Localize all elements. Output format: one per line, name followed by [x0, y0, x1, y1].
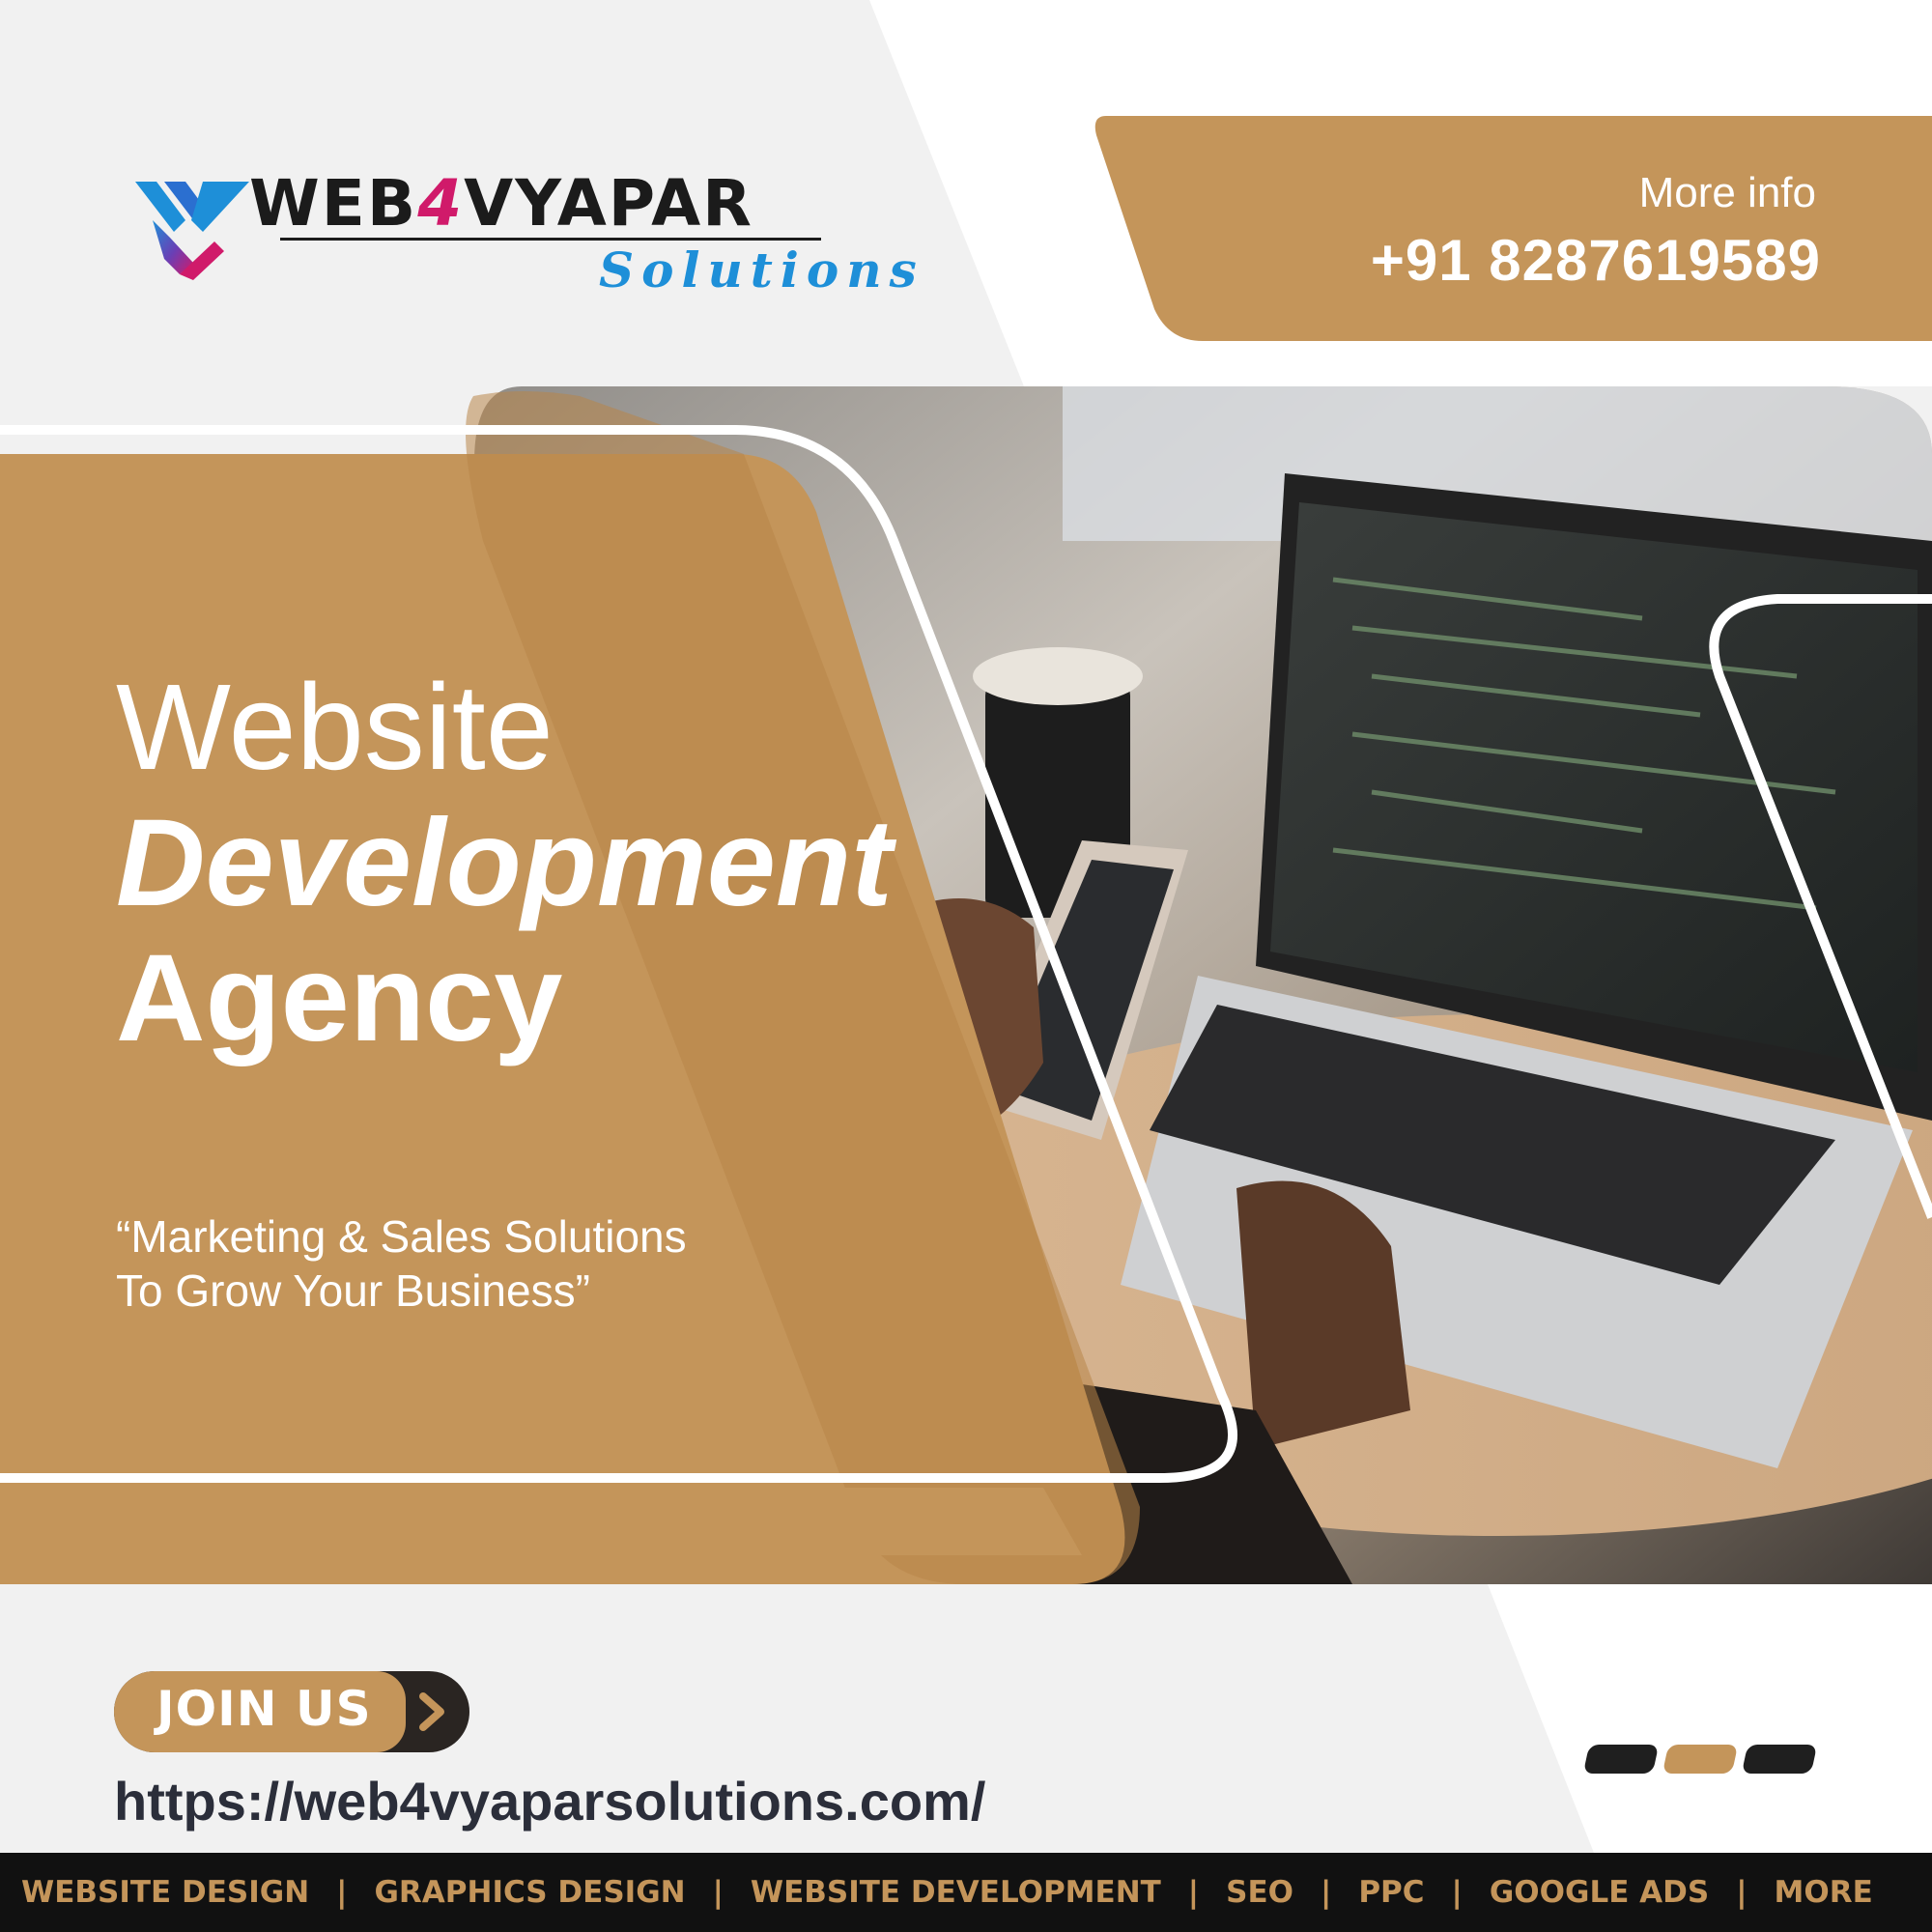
service-item[interactable]: PPC	[1358, 1875, 1424, 1910]
chevron-right-icon	[419, 1692, 444, 1731]
tagline: “Marketing & Sales Solutions To Grow You…	[116, 1209, 811, 1318]
headline-line-2: Development	[116, 794, 893, 932]
service-item[interactable]: GOOGLE ADS	[1490, 1875, 1709, 1910]
tagline-line-2: To Grow Your Business”	[116, 1265, 590, 1316]
service-item[interactable]: SEO	[1226, 1875, 1293, 1910]
join-us-label: JOIN US	[156, 1681, 372, 1737]
brand-word-four: 4	[417, 166, 465, 241]
service-item[interactable]: WEBSITE DEVELOPMENT	[751, 1875, 1161, 1910]
headline-line-1: Website	[116, 659, 554, 795]
service-separator: |	[336, 1875, 348, 1910]
tagline-line-1: “Marketing & Sales Solutions	[116, 1211, 687, 1262]
service-separator: |	[1320, 1875, 1332, 1910]
service-item[interactable]: MORE	[1775, 1875, 1873, 1910]
indicator-dot-3[interactable]	[1741, 1745, 1818, 1774]
brand-logo: WEB4VYAPAR Solutions	[135, 155, 917, 299]
logo-divider	[280, 238, 821, 241]
indicator-dot-2[interactable]	[1662, 1745, 1739, 1774]
promo-banner: WEB4VYAPAR Solutions More info +91 82876…	[0, 0, 1932, 1932]
brand-word-vyapar: VYAPAR	[464, 166, 753, 241]
join-us-button[interactable]: JOIN US	[114, 1671, 469, 1752]
contact-label: More info	[1638, 169, 1816, 216]
brand-word-web: WEB	[249, 166, 418, 241]
contact-phone[interactable]: +91 8287619589	[1371, 227, 1821, 294]
service-separator: |	[1451, 1875, 1463, 1910]
service-separator: |	[1736, 1875, 1747, 1910]
headline-line-3: Agency	[116, 929, 563, 1067]
services-bar: WEBSITE DESIGN | GRAPHICS DESIGN | WEBSITE D…	[0, 1853, 1932, 1932]
brand-subtitle: Solutions	[599, 242, 924, 298]
brand-wordmark: WEB4VYAPAR	[249, 166, 753, 241]
website-link[interactable]: https://web4vyaparsolutions.com/	[114, 1770, 985, 1833]
service-item[interactable]: GRAPHICS DESIGN	[374, 1875, 685, 1910]
service-item[interactable]: WEBSITE DESIGN	[21, 1875, 309, 1910]
service-separator: |	[1187, 1875, 1200, 1910]
wv-monogram-icon	[135, 182, 249, 280]
service-separator: |	[712, 1875, 724, 1910]
services-list: WEBSITE DESIGN | GRAPHICS DESIGN | WEBSITE D…	[21, 1875, 1873, 1910]
carousel-indicators	[1582, 1745, 1818, 1774]
indicator-dot-1[interactable]	[1582, 1745, 1660, 1774]
